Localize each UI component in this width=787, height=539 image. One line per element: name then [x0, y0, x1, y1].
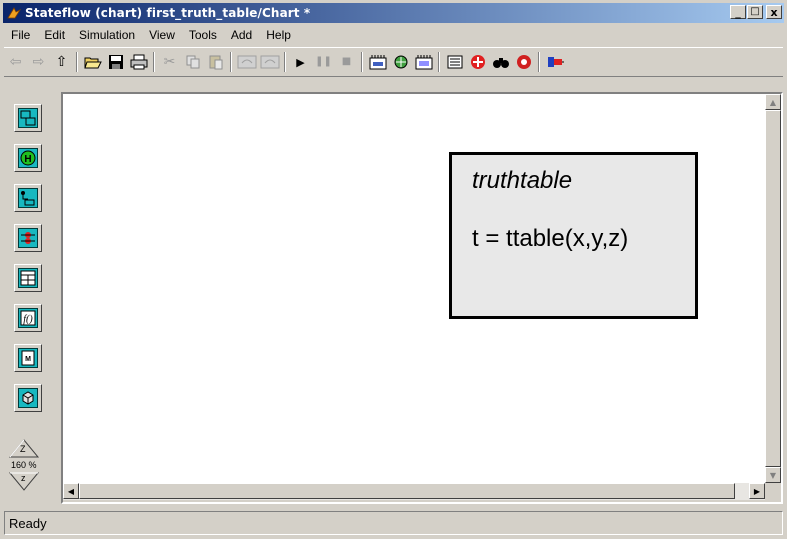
copy-icon[interactable]	[181, 51, 204, 73]
vertical-scrollbar[interactable]: ▲ ▼	[765, 94, 781, 483]
scroll-left-icon: ◀	[67, 486, 75, 496]
target-builder-icon[interactable]	[412, 51, 435, 73]
scroll-left-button[interactable]: ◀	[63, 483, 79, 499]
scroll-down-icon: ▼	[769, 470, 777, 480]
stop-icon[interactable]: ■	[335, 51, 358, 73]
zoom-level: 160 %	[11, 460, 37, 470]
menu-add[interactable]: Add	[224, 28, 259, 42]
zoom-out-button[interactable]: z	[8, 472, 40, 492]
status-text: Ready	[9, 515, 47, 531]
redo-icon[interactable]	[258, 51, 281, 73]
undo-icon[interactable]	[235, 51, 258, 73]
embedded-matlab-icon: M	[21, 350, 35, 366]
pause-icon[interactable]: ❚❚	[312, 51, 335, 73]
find-icon[interactable]	[489, 51, 512, 73]
paste-icon[interactable]	[204, 51, 227, 73]
scroll-up-button[interactable]: ▲	[765, 94, 781, 110]
default-transition-icon	[21, 191, 35, 206]
horizontal-scroll-thumb[interactable]	[79, 483, 735, 499]
toolbar-separator	[76, 52, 78, 72]
minimize-button[interactable]: _	[730, 5, 746, 19]
toolbar-separator	[438, 52, 440, 72]
stateflow-app-icon	[7, 7, 21, 19]
close-icon: x	[770, 5, 778, 19]
menu-file[interactable]: File	[4, 28, 37, 42]
embedded-matlab-button[interactable]: M	[14, 344, 42, 372]
menu-view[interactable]: View	[142, 28, 182, 42]
menu-edit[interactable]: Edit	[37, 28, 72, 42]
window-title: Stateflow (chart) first_truth_table/Char…	[25, 6, 311, 20]
simulink-icon[interactable]	[543, 51, 566, 73]
build-icon[interactable]	[366, 51, 389, 73]
svg-text:M: M	[25, 356, 31, 363]
scroll-down-button[interactable]: ▼	[765, 467, 781, 483]
start-simulation-icon[interactable]: ▶	[289, 51, 312, 73]
forward-icon[interactable]: ⇨	[27, 51, 50, 73]
toolbar-separator	[230, 52, 232, 72]
back-icon[interactable]: ⇦	[4, 51, 27, 73]
svg-text:H: H	[24, 154, 31, 165]
state-icon	[20, 110, 36, 126]
function-icon: f()	[20, 310, 36, 326]
history-junction-icon: H	[20, 150, 36, 166]
connective-junction-button[interactable]	[14, 224, 42, 252]
title-bar[interactable]: Stateflow (chart) first_truth_table/Char…	[3, 3, 784, 23]
truth-table-button[interactable]	[14, 264, 42, 292]
status-bar: Ready	[4, 511, 783, 535]
menu-simulation[interactable]: Simulation	[72, 28, 142, 42]
default-transition-button[interactable]	[14, 184, 42, 212]
scroll-up-icon: ▲	[769, 97, 777, 107]
explorer-red-icon[interactable]	[466, 51, 489, 73]
menu-bar: File Edit Simulation View Tools Add Help	[4, 25, 298, 44]
toolbar: ⇦ ⇨ ⇧ ✂ ▶ ❚❚ ■	[4, 47, 783, 77]
function-button[interactable]: f()	[14, 304, 42, 332]
zoom-in-label: Z	[20, 444, 26, 454]
minimize-icon: _	[735, 5, 741, 19]
toolbar-separator	[361, 52, 363, 72]
debug-icon[interactable]	[389, 51, 412, 73]
stateflow-window: Stateflow (chart) first_truth_table/Char…	[0, 0, 787, 539]
scroll-right-icon: ▶	[753, 486, 761, 496]
target-icon[interactable]	[512, 51, 535, 73]
maximize-button[interactable]: □	[747, 5, 763, 19]
maximize-icon: □	[750, 6, 760, 17]
scroll-right-button[interactable]: ▶	[749, 483, 765, 499]
svg-text:f(): f()	[23, 314, 33, 325]
print-icon[interactable]	[127, 51, 150, 73]
close-button[interactable]: x	[766, 5, 782, 19]
vertical-scroll-thumb[interactable]	[765, 110, 781, 467]
object-palette: H f() M Z 160 % z	[4, 92, 60, 508]
zoom-out-label: z	[21, 473, 26, 483]
zoom-in-button[interactable]: Z	[8, 438, 40, 458]
truth-table-signature: t = ttable(x,y,z)	[472, 225, 629, 252]
menu-tools[interactable]: Tools	[182, 28, 224, 42]
connective-junction-icon	[21, 232, 35, 244]
cut-icon[interactable]: ✂	[158, 51, 181, 73]
box-button[interactable]	[14, 384, 42, 412]
toolbar-separator	[538, 52, 540, 72]
explorer-icon[interactable]	[443, 51, 466, 73]
save-icon[interactable]	[104, 51, 127, 73]
menu-help[interactable]: Help	[259, 28, 298, 42]
truth-table-name: truthtable	[472, 167, 573, 194]
toolbar-separator	[153, 52, 155, 72]
state-tool-button[interactable]	[14, 104, 42, 132]
horizontal-scrollbar[interactable]: ◀ ▶	[63, 483, 765, 500]
truth-table-icon	[20, 270, 36, 286]
open-icon[interactable]	[81, 51, 104, 73]
box-icon	[22, 391, 34, 405]
truth-table-block[interactable]: truthtable t = ttable(x,y,z)	[449, 152, 698, 319]
history-junction-button[interactable]: H	[14, 144, 42, 172]
up-icon[interactable]: ⇧	[50, 51, 73, 73]
toolbar-separator	[284, 52, 286, 72]
